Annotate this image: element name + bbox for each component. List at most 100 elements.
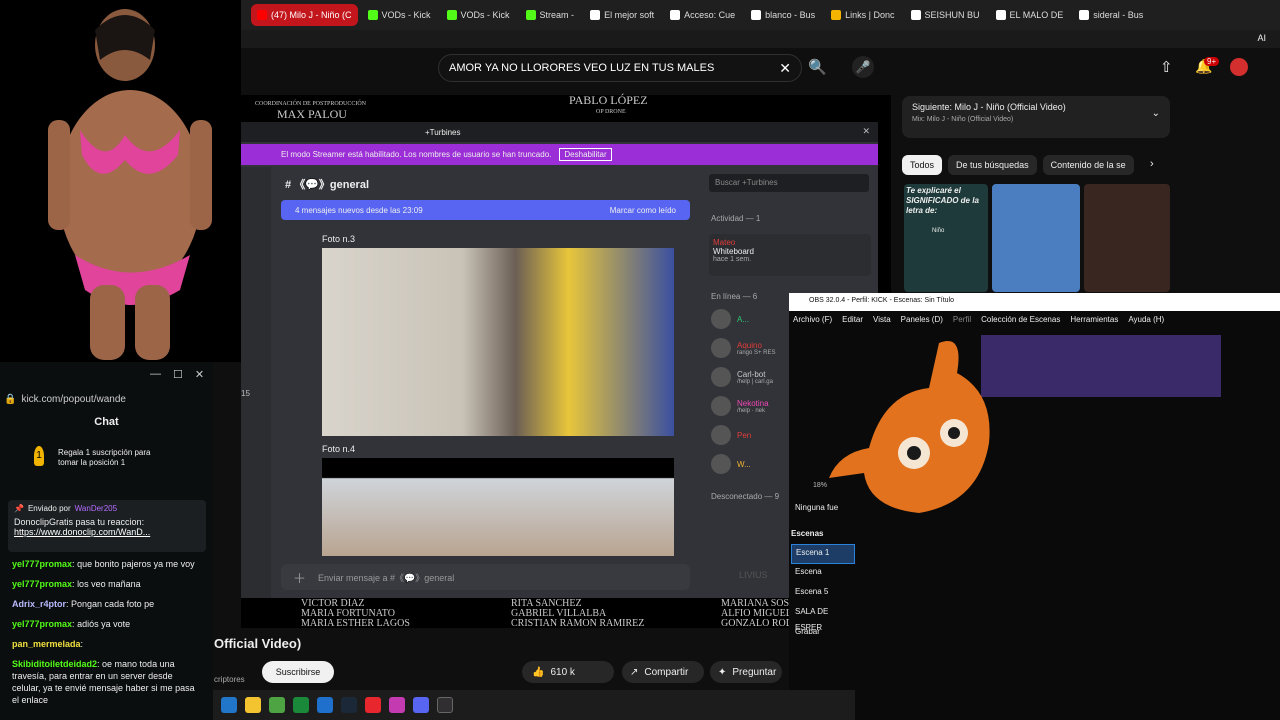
browser-tab[interactable]: El mejor soft [584, 4, 660, 26]
obs-menu-item[interactable]: Ayuda (H) [1128, 315, 1164, 324]
up-next-panel[interactable]: Siguiente: Milo J - Niño (Official Video… [902, 96, 1170, 138]
browser-tab[interactable]: Links | Donc [825, 4, 900, 26]
rank-badge: 1 [34, 446, 44, 466]
gift-sub-prompt[interactable]: Regala 1 suscripción para tomar la posic… [58, 448, 173, 468]
chevron-right-icon[interactable]: › [1150, 158, 1154, 170]
subscribe-button[interactable]: Suscribirse [262, 661, 334, 683]
browser-tab[interactable]: Acceso: Cue [664, 4, 741, 26]
tab-favicon-icon [367, 10, 378, 20]
close-icon[interactable]: ✕ [195, 368, 204, 381]
obs-menu-item[interactable]: Herramientas [1070, 315, 1118, 324]
maximize-icon[interactable]: ☐ [173, 368, 183, 381]
chat-username[interactable]: yel777promax [12, 579, 72, 589]
discord-window: +Turbines ✕ El modo Streamer está habili… [241, 122, 878, 598]
filter-chip[interactable]: Contenido de la se [1042, 155, 1134, 175]
chevron-down-icon[interactable]: ⌄ [1152, 108, 1160, 119]
browser-tab[interactable]: (47) Milo J - Niño (C [251, 4, 358, 26]
store-icon[interactable] [317, 697, 333, 713]
scene-item[interactable]: Escena 1 [791, 544, 855, 564]
avatar [711, 454, 731, 474]
tab-favicon-icon [670, 10, 681, 20]
online-header: En línea — 6 [711, 292, 758, 301]
photo-4-image[interactable] [322, 458, 674, 556]
browser-tab[interactable]: SEISHUN BU [905, 4, 986, 26]
disable-button[interactable]: Deshabilitar [559, 148, 612, 161]
browser-tab[interactable]: sideral - Bus [1073, 4, 1149, 26]
minimize-icon[interactable]: — [150, 368, 161, 381]
minecraft-icon[interactable] [269, 697, 285, 713]
thumbnail-3[interactable] [1084, 184, 1170, 292]
steam-icon[interactable] [341, 697, 357, 713]
tab-favicon-icon [910, 10, 921, 20]
scene-item[interactable]: Escena 5 [791, 584, 855, 604]
discord-titlebar: +Turbines ✕ [241, 122, 878, 142]
lock-icon: 🔒 [4, 393, 17, 405]
chat-username[interactable]: yel777promax [12, 619, 72, 629]
like-button[interactable]: 👍 610 k [522, 661, 614, 683]
avatar[interactable] [1230, 58, 1248, 76]
activity-card[interactable]: Mateo Whiteboard hace 1 sem. [709, 234, 871, 276]
avatar [711, 367, 731, 387]
scene-item[interactable]: Grabar [791, 624, 855, 644]
discord-icon[interactable] [413, 697, 429, 713]
taskbar [213, 690, 855, 720]
clear-icon[interactable]: ✕ [779, 60, 791, 77]
browser-tab[interactable]: Stream - [520, 4, 581, 26]
photo-3-label: Foto n.3 [322, 234, 356, 244]
obs-menu-item[interactable]: Archivo (F) [793, 315, 832, 324]
obs-preview[interactable] [981, 335, 1221, 397]
browser-tab[interactable]: blanco - Bus [745, 4, 821, 26]
kick-chat-window: — ☐ ✕ 🔒 kick.com/popout/wande Chat 1 Reg… [0, 362, 213, 720]
search-input[interactable]: Buscar +Turbines [709, 174, 869, 192]
obs-menu-item[interactable]: Perfil [953, 315, 971, 324]
offline-member[interactable]: LIVIUS [739, 570, 768, 580]
pinned-link[interactable]: https://www.donoclip.com/WanD... [14, 527, 200, 537]
message-input[interactable]: ＋ Enviar mensaje a #《💬》general [281, 564, 690, 590]
thumbnail-1[interactable]: Te explicaré el SIGNIFICADO de la letra … [904, 184, 988, 292]
chat-message: yel777promax: adiós ya vote [12, 619, 131, 629]
thumbnail-2[interactable] [992, 184, 1080, 292]
obs-menu-item[interactable]: Vista [873, 315, 891, 324]
streamer-mode-banner: El modo Streamer está habilitado. Los no… [241, 144, 878, 165]
chat-title: Chat [94, 416, 119, 428]
tab-favicon-icon [446, 10, 457, 20]
plus-icon[interactable]: ＋ [293, 568, 306, 587]
new-messages-bar[interactable]: 4 mensajes nuevos desde las 23:09 Marcar… [281, 200, 690, 220]
address-bar[interactable]: 🔒 kick.com/popout/wande [4, 390, 209, 408]
obs-menu-item[interactable]: Colección de Escenas [981, 315, 1060, 324]
chat-username[interactable]: Skibiditoiletdeidad2 [12, 659, 97, 669]
search-icon[interactable]: 🔍 [808, 58, 827, 76]
excel-icon[interactable] [293, 697, 309, 713]
scene-item[interactable]: SALA DE ESPER [791, 604, 855, 632]
share-button[interactable]: ↗ Compartir [622, 661, 704, 683]
ai-label[interactable]: AI [1257, 33, 1266, 43]
filter-chip[interactable]: De tus búsquedas [948, 155, 1037, 175]
scene-item[interactable]: Escena [791, 564, 855, 584]
photo-3-image[interactable] [322, 248, 674, 436]
pin-icon: 📌 [14, 504, 24, 513]
chat-username[interactable]: pan_mermelada [12, 639, 81, 649]
filter-chip[interactable]: Todos [902, 155, 943, 175]
obs-menu-item[interactable]: Editar [842, 315, 863, 324]
pinned-text: DonoclipGratis pasa tu reaccion: [14, 517, 145, 527]
obs-menu-item[interactable]: Paneles (D) [901, 315, 943, 324]
browser-tab[interactable]: VODs - Kick [441, 4, 516, 26]
mic-icon[interactable]: 🎤 [852, 56, 874, 78]
tab-favicon-icon [1079, 10, 1090, 20]
mark-read-button[interactable]: Marcar como leído [610, 206, 676, 215]
chat-username[interactable]: yel777promax [12, 559, 72, 569]
browser-tab[interactable]: EL MALO DE [990, 4, 1070, 26]
chat-message: Skibiditoiletdeidad2: oe mano toda una t… [12, 659, 195, 705]
edge-icon[interactable] [221, 697, 237, 713]
close-icon[interactable]: ✕ [862, 126, 870, 137]
folder-icon[interactable] [245, 697, 261, 713]
streamer-figure [48, 9, 212, 360]
browser-tab[interactable]: VODs - Kick [362, 4, 437, 26]
opera-icon[interactable] [389, 697, 405, 713]
search-input[interactable]: AMOR YA NO LLORORES VEO LUZ EN TUS MALES… [438, 54, 802, 82]
chat-username[interactable]: Adrix_r4ptor [12, 599, 66, 609]
upload-icon[interactable]: ⇧ [1160, 58, 1173, 76]
obs-icon[interactable] [437, 697, 453, 713]
ask-button[interactable]: ✦ Preguntar [710, 661, 782, 683]
tiktok-icon[interactable] [365, 697, 381, 713]
